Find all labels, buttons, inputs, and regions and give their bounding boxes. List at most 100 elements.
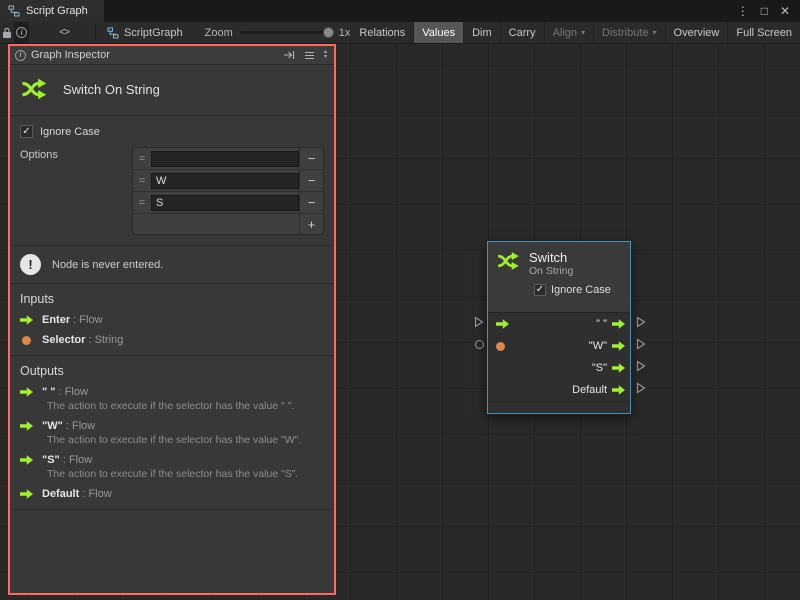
flow-out-port-icon[interactable] — [612, 341, 625, 351]
inspector-empty-area — [10, 510, 334, 593]
breadcrumb-label: ScriptGraph — [124, 27, 183, 39]
align-label: Align — [553, 27, 577, 39]
input-row-selector: Selector : String — [20, 334, 324, 346]
port-description: The action to execute if the selector ha… — [47, 468, 324, 480]
tab-script-graph[interactable]: Script Graph — [0, 0, 104, 22]
code-view-button[interactable]: <> — [57, 22, 71, 43]
flow-port-icon — [20, 489, 33, 499]
drag-handle-icon[interactable]: = — [133, 153, 151, 165]
dock-icon[interactable] — [281, 50, 297, 60]
caret-down-icon: ▾ — [324, 55, 327, 60]
node-output-port-default[interactable] — [636, 382, 646, 394]
zoom-slider[interactable] — [240, 31, 332, 34]
overview-button[interactable]: Overview — [665, 22, 728, 43]
drag-handle-icon[interactable]: = — [133, 175, 151, 187]
relations-label: Relations — [359, 27, 405, 39]
close-icon[interactable]: ✕ — [774, 4, 796, 18]
remove-option-button-2[interactable]: − — [299, 170, 323, 191]
panel-carets-icon[interactable]: ▴ ▾ — [322, 50, 329, 60]
breadcrumb[interactable]: ScriptGraph — [99, 22, 191, 43]
flow-out-port-icon[interactable] — [612, 319, 625, 329]
info-icon: i — [16, 27, 27, 38]
dim-button[interactable]: Dim — [463, 22, 500, 43]
zoom-control: Zoom 1x — [205, 22, 351, 43]
lock-button[interactable] — [0, 22, 14, 43]
node-selector-port[interactable] — [475, 340, 484, 349]
port-description: The action to execute if the selector ha… — [47, 400, 324, 412]
zoom-slider-handle[interactable] — [323, 27, 334, 38]
relations-button[interactable]: Relations — [350, 22, 413, 43]
dim-label: Dim — [472, 27, 492, 39]
inspector-toggle-button[interactable]: i — [14, 22, 28, 43]
port-type: : String — [85, 334, 123, 346]
flow-in-port-icon[interactable] — [496, 319, 509, 329]
window-titlebar: Script Graph ⋮ □ ✕ — [0, 0, 800, 22]
node-output-port-3[interactable] — [636, 360, 646, 372]
option-input-1[interactable] — [151, 151, 299, 167]
node-output-label: " " — [596, 318, 607, 330]
output-row-1: " " : Flow — [20, 386, 324, 398]
maximize-icon[interactable]: □ — [755, 4, 774, 18]
port-type: : Flow — [60, 454, 92, 466]
selector-value-port-icon[interactable] — [496, 342, 505, 351]
inspector-header[interactable]: i Graph Inspector ▴ ▾ — [10, 46, 334, 65]
toolbar-buttons: Relations Values Dim Carry Align▾ Distri… — [350, 22, 800, 43]
node-output-port-2[interactable] — [636, 338, 646, 350]
fullscreen-button[interactable]: Full Screen — [727, 22, 800, 43]
script-graph-window: Script Graph ⋮ □ ✕ i <> ScriptGraph Z — [0, 0, 800, 600]
remove-option-button-3[interactable]: − — [299, 192, 323, 213]
outputs-heading: Outputs — [20, 364, 324, 378]
flow-out-port-icon[interactable] — [612, 363, 625, 373]
port-name: Selector — [42, 334, 85, 346]
graph-asset-icon — [107, 27, 119, 39]
warning-text: Node is never entered. — [52, 259, 163, 271]
drag-handle-icon[interactable]: = — [133, 197, 151, 209]
warning-icon: ! — [20, 254, 41, 275]
flow-out-port-icon[interactable] — [612, 385, 625, 395]
node-row-1: " " — [488, 313, 630, 335]
carry-button[interactable]: Carry — [500, 22, 544, 43]
menu-icon[interactable] — [302, 51, 317, 60]
inputs-section: Inputs Enter : Flow Selector : String — [10, 284, 334, 356]
port-name: Enter — [42, 314, 70, 326]
node-enter-port[interactable] — [474, 316, 484, 328]
node-ignore-case-label: Ignore Case — [551, 284, 611, 296]
values-button[interactable]: Values — [413, 22, 463, 43]
zoom-label: Zoom — [205, 27, 233, 39]
switch-on-string-node[interactable]: Switch On String ✓ Ignore Case " " "W" — [487, 241, 631, 414]
input-row-enter: Enter : Flow — [20, 314, 324, 326]
port-name: "W" — [42, 420, 63, 432]
node-row-4: Default — [488, 379, 630, 401]
values-label: Values — [422, 27, 455, 39]
options-list: = − = − = − — [132, 147, 324, 235]
graph-canvas[interactable]: Switch On String ✓ Ignore Case " " "W" — [0, 44, 800, 600]
option-add-row: + — [133, 214, 323, 234]
option-input-2[interactable] — [151, 173, 299, 189]
output-row-3: "S" : Flow — [20, 454, 324, 466]
node-header[interactable]: Switch On String ✓ Ignore Case — [488, 242, 630, 312]
graph-toolbar: i <> ScriptGraph Zoom 1x Relations Value… — [0, 22, 800, 44]
distribute-dropdown[interactable]: Distribute▾ — [593, 22, 664, 43]
port-name: " " — [42, 386, 56, 398]
output-row-default: Default : Flow — [20, 488, 324, 500]
ignore-case-checkbox[interactable]: ✓ — [20, 125, 33, 138]
distribute-label: Distribute — [602, 27, 648, 39]
port-name: "S" — [42, 454, 60, 466]
value-port-icon — [22, 336, 31, 345]
option-input-3[interactable] — [151, 195, 299, 211]
node-output-port-1[interactable] — [636, 316, 646, 328]
port-type: : Flow — [70, 314, 102, 326]
output-row-2: "W" : Flow — [20, 420, 324, 432]
port-type: : Flow — [56, 386, 88, 398]
node-ignore-case-checkbox[interactable]: ✓ — [534, 284, 546, 296]
option-row-2: = − — [133, 170, 323, 192]
window-menu-icon[interactable]: ⋮ — [731, 4, 755, 18]
script-graph-icon — [8, 5, 20, 17]
remove-option-button-1[interactable]: − — [299, 148, 323, 169]
align-dropdown[interactable]: Align▾ — [544, 22, 593, 43]
flow-port-icon — [20, 421, 33, 431]
overview-label: Overview — [674, 27, 720, 39]
add-option-button[interactable]: + — [299, 214, 323, 234]
option-row-3: = − — [133, 192, 323, 214]
outputs-section: Outputs " " : Flow The action to execute… — [10, 356, 334, 510]
